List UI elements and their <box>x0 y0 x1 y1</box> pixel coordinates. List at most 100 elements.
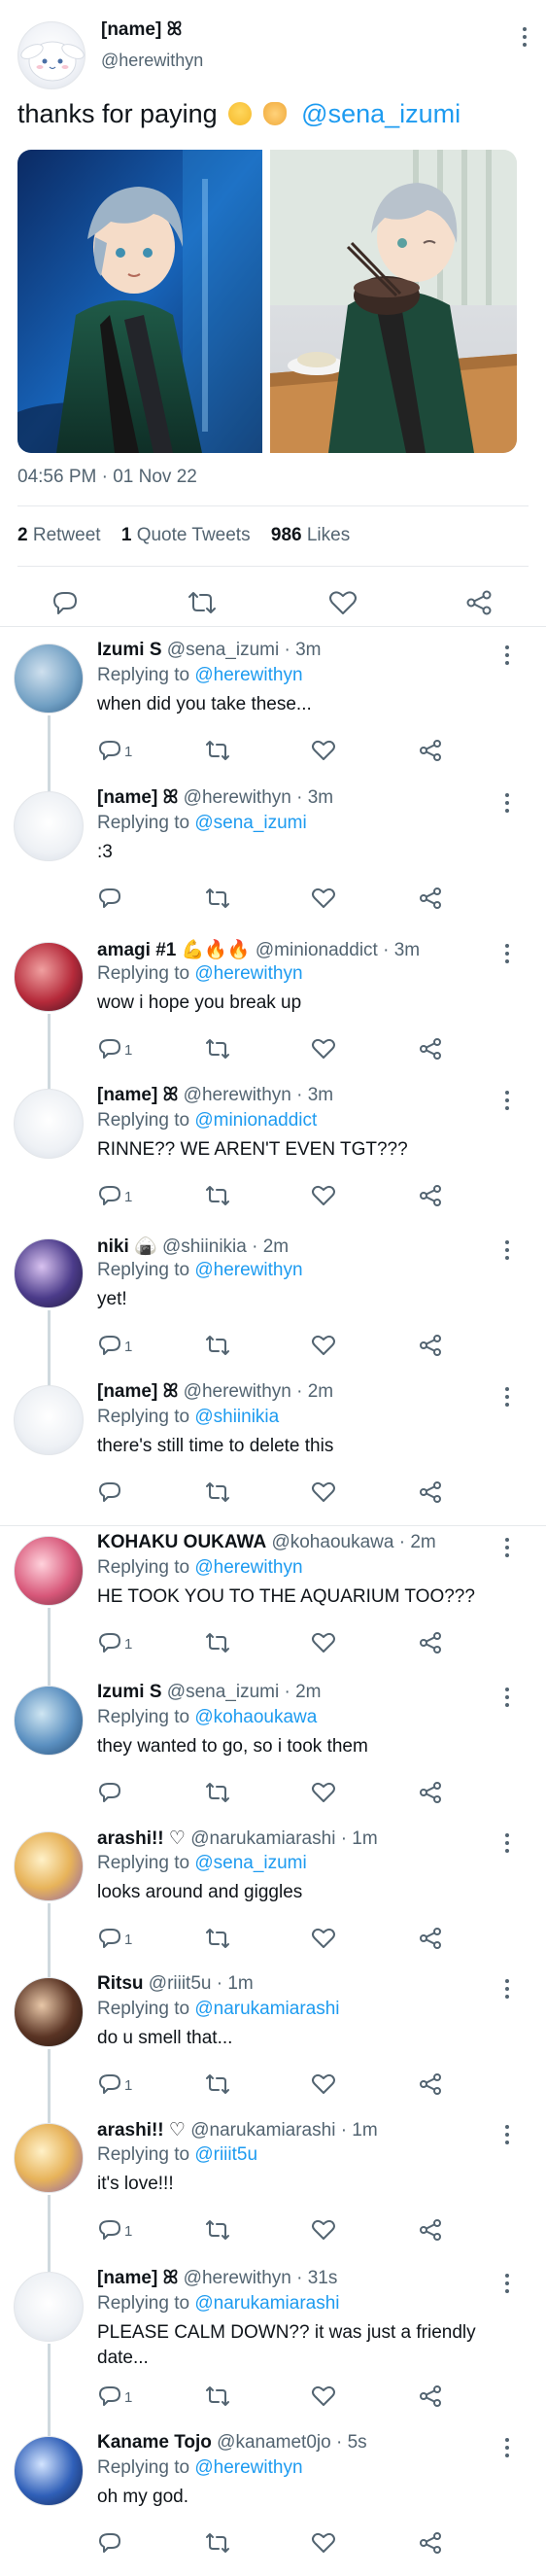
retweet-icon[interactable] <box>204 1480 231 1504</box>
reply-tweet[interactable]: [name] ꕤ @herewithyn · 3m Replying to @m… <box>0 1077 546 1224</box>
author-handle-time[interactable]: @sena_izumi · 3m <box>167 640 322 660</box>
reply-icon[interactable] <box>97 2218 122 2242</box>
share-icon[interactable] <box>418 1927 443 1950</box>
mention-link[interactable]: @riiit5u <box>194 2144 257 2165</box>
mention-link[interactable]: @herewithyn <box>194 963 302 984</box>
mention-link[interactable]: @narukamiarashi <box>194 1999 339 2019</box>
share-wrapper[interactable] <box>418 1480 443 1509</box>
more-options-icon[interactable] <box>503 1238 511 1262</box>
author-handle-time[interactable]: @kanamet0jo · 5s <box>217 2432 366 2453</box>
more-options-icon[interactable] <box>503 2272 511 2295</box>
reply-wrapper[interactable]: 1 <box>97 2218 132 2246</box>
like-icon[interactable] <box>328 589 358 616</box>
retweet-wrapper[interactable] <box>204 2385 231 2413</box>
retweet-icon[interactable] <box>204 1927 231 1950</box>
retweet-wrapper[interactable] <box>204 2072 231 2101</box>
share-wrapper[interactable] <box>418 739 443 767</box>
author-name[interactable]: [name] ꕤ <box>97 787 178 808</box>
like-wrapper[interactable] <box>311 2072 336 2101</box>
reply-wrapper[interactable]: 1 <box>97 1184 132 1212</box>
reply-icon[interactable] <box>97 1781 122 1804</box>
reply-tweet[interactable]: Izumi S @sena_izumi · 2m Replying to @ko… <box>0 1674 546 1817</box>
reply-tweet[interactable]: [name] ꕤ @herewithyn · 31s Replying to @… <box>0 2260 546 2421</box>
reply-tweet[interactable]: KOHAKU OUKAWA @kohaoukawa · 2m Replying … <box>0 1524 546 1671</box>
tweet-image-restaurant[interactable] <box>270 150 517 453</box>
avatar[interactable] <box>14 2436 84 2506</box>
mention-link[interactable]: @sena_izumi <box>194 813 306 833</box>
reply-icon[interactable] <box>97 887 122 910</box>
more-options-icon[interactable] <box>503 942 511 965</box>
like-icon[interactable] <box>311 2072 336 2096</box>
reply-wrapper[interactable]: 1 <box>97 2072 132 2101</box>
retweet-wrapper[interactable] <box>204 2531 231 2559</box>
share-icon[interactable] <box>418 1781 443 1804</box>
more-options-icon[interactable] <box>503 1831 511 1855</box>
retweet-icon[interactable] <box>187 589 218 616</box>
reply-wrapper[interactable] <box>97 2531 122 2559</box>
like-wrapper[interactable] <box>311 2531 336 2559</box>
reply-icon[interactable] <box>97 1184 122 1207</box>
like-icon[interactable] <box>311 1781 336 1804</box>
reply-icon[interactable] <box>97 1037 122 1061</box>
author-name[interactable]: Ritsu <box>97 1973 144 1994</box>
author-handle-time[interactable]: @herewithyn · 3m <box>184 787 333 808</box>
share-icon[interactable] <box>418 1184 443 1207</box>
like-icon[interactable] <box>311 1631 336 1654</box>
quote-count[interactable]: 1 <box>121 525 132 545</box>
reply-tweet[interactable]: amagi #1 💪🔥🔥 @minionaddict · 3m Replying… <box>0 930 546 1074</box>
avatar[interactable] <box>14 791 84 861</box>
avatar[interactable] <box>14 1385 84 1455</box>
share-icon[interactable] <box>418 2072 443 2096</box>
avatar[interactable] <box>14 1686 84 1756</box>
retweet-wrapper[interactable] <box>204 1480 231 1509</box>
reply-wrapper[interactable]: 1 <box>97 1037 132 1065</box>
share-wrapper[interactable] <box>418 1184 443 1212</box>
like-wrapper[interactable] <box>311 1037 336 1065</box>
reply-tweet[interactable]: Izumi S @sena_izumi · 3m Replying to @he… <box>0 632 546 778</box>
share-icon[interactable] <box>418 739 443 762</box>
like-icon[interactable] <box>311 1184 336 1207</box>
share-wrapper[interactable] <box>418 2218 443 2246</box>
like-icon[interactable] <box>311 1037 336 1061</box>
avatar[interactable] <box>14 644 84 714</box>
like-icon[interactable] <box>311 1927 336 1950</box>
avatar[interactable] <box>14 1831 84 1901</box>
more-options-icon[interactable] <box>503 1977 511 2001</box>
like-label[interactable]: Likes <box>307 525 350 545</box>
mention-link[interactable]: @kohaoukawa <box>194 1707 317 1727</box>
quote-label[interactable]: Quote Tweets <box>137 525 251 545</box>
share-wrapper[interactable] <box>418 887 443 915</box>
reply-wrapper[interactable]: 1 <box>97 1334 132 1362</box>
more-options-icon[interactable] <box>521 25 529 49</box>
like-wrapper[interactable] <box>311 1631 336 1659</box>
retweet-wrapper[interactable] <box>204 1334 231 1362</box>
share-wrapper[interactable] <box>418 2385 443 2413</box>
reply-icon[interactable] <box>97 1334 122 1357</box>
avatar[interactable] <box>14 2272 84 2342</box>
retweet-wrapper[interactable] <box>204 1781 231 1809</box>
share-icon[interactable] <box>418 1480 443 1504</box>
retweet-wrapper[interactable] <box>204 1184 231 1212</box>
reply-tweet[interactable]: niki 🍙 @shiinikia · 2m Replying to @here… <box>0 1227 546 1371</box>
tweet-timestamp[interactable]: 04:56 PM · 01 Nov 22 <box>17 467 197 488</box>
author-handle-time[interactable]: @shiinikia · 2m <box>162 1236 289 1257</box>
author-handle-time[interactable]: @minionaddict · 3m <box>256 940 420 960</box>
share-icon[interactable] <box>418 2385 443 2408</box>
share-wrapper[interactable] <box>418 2531 443 2559</box>
share-wrapper[interactable] <box>418 1334 443 1362</box>
like-wrapper[interactable] <box>311 1184 336 1212</box>
like-icon[interactable] <box>311 1334 336 1357</box>
reply-icon[interactable] <box>97 1927 122 1950</box>
like-wrapper[interactable] <box>311 739 336 767</box>
reply-wrapper[interactable] <box>97 887 122 915</box>
share-wrapper[interactable] <box>418 1927 443 1955</box>
retweet-icon[interactable] <box>204 887 231 910</box>
more-options-icon[interactable] <box>503 1536 511 1559</box>
reply-tweet[interactable]: [name] ꕤ @herewithyn · 3m Replying to @s… <box>0 780 546 927</box>
author-handle-time[interactable]: @kohaoukawa · 2m <box>271 1532 435 1552</box>
reply-tweet[interactable]: arashi!! ♡ @narukamiarashi · 1m Replying… <box>0 1820 546 1963</box>
author-name[interactable]: arashi!! ♡ <box>97 2120 186 2141</box>
mention-link[interactable]: @herewithyn <box>194 2457 302 2478</box>
reply-tweet[interactable]: arashi!! ♡ @narukamiarashi · 1m Replying… <box>0 2111 546 2257</box>
retweet-icon[interactable] <box>204 1631 231 1654</box>
